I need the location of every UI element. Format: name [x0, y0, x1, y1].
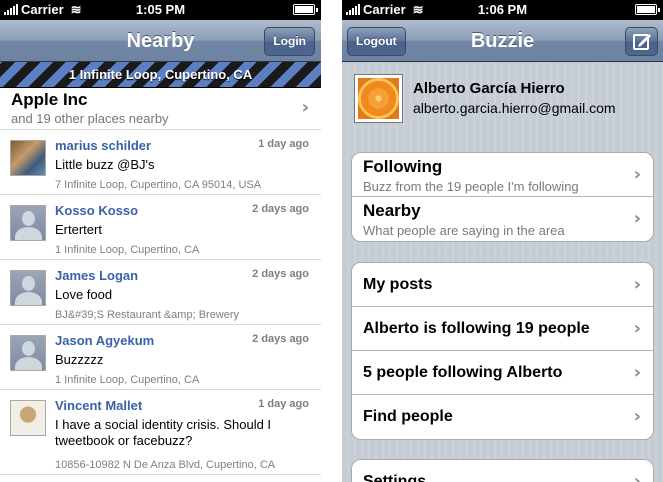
following-row[interactable]: Following Buzz from the 19 people I'm fo… [352, 153, 653, 197]
post-row[interactable]: marius schilder 1 day ago Little buzz @B… [0, 130, 321, 195]
find-people-row[interactable]: Find people › [352, 395, 653, 439]
nav-title: Buzzie [470, 30, 535, 52]
post-location: 10856-10982 N De Anza Blvd, Cupertino, C… [55, 459, 276, 471]
row-title: Following [363, 157, 443, 176]
place-sub: and 19 other places nearby [11, 111, 169, 126]
post-location: BJ&#39;S Restaurant &amp; Brewery [55, 309, 240, 321]
chevron-right-icon: › [633, 318, 641, 339]
post-author[interactable]: Jason Agyekum [55, 333, 154, 348]
chevron-right-icon: › [633, 164, 641, 185]
post-time: 1 day ago [258, 138, 309, 150]
post-text: Ertertert [55, 222, 102, 237]
row-title: Find people [363, 408, 453, 425]
post-text: Love food [55, 287, 113, 302]
nearby-screen: Carrier ≋ 1:05 PM Nearby Login 1 Infinit… [0, 0, 321, 482]
post-author[interactable]: Vincent Mallet [55, 398, 142, 413]
screen-gap [321, 0, 342, 482]
battery-icon [293, 4, 318, 15]
row-title: Nearby [363, 201, 421, 220]
people-group: My posts › Alberto is following 19 peopl… [351, 262, 654, 440]
chevron-right-icon: › [633, 362, 641, 383]
post-time: 2 days ago [252, 268, 309, 280]
post-row[interactable]: Kosso Kosso 2 days ago Ertertert 1 Infin… [0, 195, 321, 260]
post-row[interactable]: Vincent Mallet 1 day ago I have a social… [0, 390, 321, 475]
compose-icon [633, 34, 651, 50]
chevron-right-icon: › [633, 208, 641, 229]
post-text: I have a social identity crisis. Should … [55, 417, 272, 448]
row-title: Settings [363, 473, 427, 482]
post-text: Little buzz @BJ's [55, 157, 155, 172]
default-avatar [10, 205, 46, 241]
my-posts-row[interactable]: My posts › [352, 263, 653, 307]
row-title: Alberto is following 19 people [363, 320, 590, 337]
default-avatar [10, 335, 46, 371]
post-author[interactable]: marius schilder [55, 138, 151, 153]
post-text: Buzzzzz [55, 352, 104, 367]
settings-row[interactable]: Settings › [352, 460, 653, 482]
clock: 1:06 PM [477, 2, 528, 17]
profile-email: alberto.garcia.hierro@gmail.com [413, 100, 616, 116]
nav-bar: Nearby Login [0, 20, 321, 62]
clock: 1:05 PM [135, 2, 186, 17]
user-avatar [10, 140, 46, 176]
default-avatar [10, 270, 46, 306]
chevron-right-icon: › [633, 471, 641, 482]
post-location: 7 Infinite Loop, Cupertino, CA 95014, US… [55, 179, 262, 191]
post-location: 1 Infinite Loop, Cupertino, CA [55, 374, 200, 386]
nearby-row[interactable]: Nearby What people are saying in the are… [352, 197, 653, 241]
feed-group: Following Buzz from the 19 people I'm fo… [351, 152, 654, 242]
row-title: My posts [363, 276, 433, 293]
settings-group: Settings › [351, 459, 654, 482]
user-avatar [10, 400, 46, 436]
post-row[interactable]: Jason Agyekum 2 days ago Buzzzzz 1 Infin… [0, 325, 321, 390]
status-bar: Carrier ≋ 1:05 PM [0, 0, 321, 20]
row-title: 5 people following Alberto [363, 364, 563, 381]
login-button[interactable]: Login [264, 27, 315, 56]
status-bar: Carrier ≋ 1:06 PM [342, 0, 663, 20]
place-row[interactable]: Apple Inc and 19 other places nearby › [0, 88, 321, 130]
chevron-right-icon: › [633, 274, 641, 295]
followers-count-row[interactable]: 5 people following Alberto › [352, 351, 653, 395]
post-author[interactable]: Kosso Kosso [55, 203, 138, 218]
chevron-right-icon: › [633, 406, 641, 427]
home-screen: Carrier ≋ 1:06 PM Logout Buzzie Alberto … [342, 0, 663, 482]
nav-bar: Logout Buzzie [342, 20, 663, 62]
battery-icon [635, 4, 660, 15]
post-author[interactable]: James Logan [55, 268, 138, 283]
post-time: 2 days ago [252, 333, 309, 345]
post-time: 1 day ago [258, 398, 309, 410]
post-time: 2 days ago [252, 203, 309, 215]
place-name: Apple Inc [11, 90, 88, 109]
compose-button[interactable] [625, 27, 658, 56]
profile-header: Alberto García Hierro alberto.garcia.hie… [342, 63, 663, 143]
profile-name: Alberto García Hierro [413, 80, 565, 97]
profile-picture [354, 74, 403, 123]
row-subtitle: Buzz from the 19 people I'm following [363, 179, 579, 194]
post-row[interactable]: James Logan 2 days ago Love food BJ&#39;… [0, 260, 321, 325]
following-count-row[interactable]: Alberto is following 19 people › [352, 307, 653, 351]
location-banner: 1 Infinite Loop, Cupertino, CA [0, 62, 321, 88]
row-subtitle: What people are saying in the area [363, 223, 565, 238]
chevron-right-icon: › [301, 97, 309, 118]
post-location: 1 Infinite Loop, Cupertino, CA [55, 244, 200, 256]
